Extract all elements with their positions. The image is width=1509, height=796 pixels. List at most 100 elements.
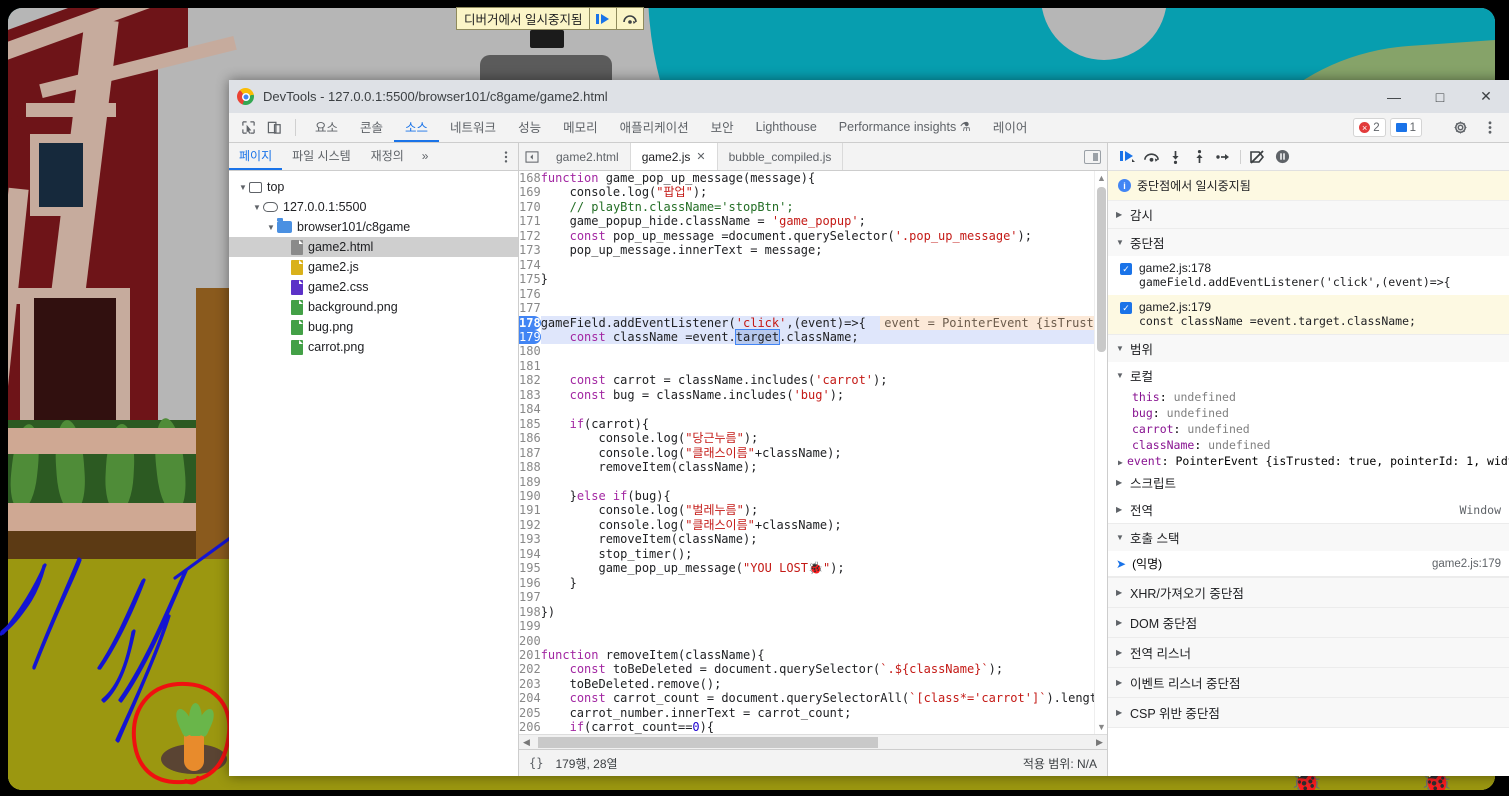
chevron-down-icon[interactable]: ▼	[1116, 344, 1125, 353]
tree-node-carrot-png[interactable]: carrot.png	[229, 337, 518, 357]
breakpoints-section-header[interactable]: ▼ 중단점	[1108, 229, 1509, 256]
breakpoint-marker-178[interactable]: 178	[519, 315, 541, 330]
tree-node-bug-png[interactable]: bug.png	[229, 317, 518, 337]
tab-lighthouse[interactable]: Lighthouse	[745, 113, 828, 142]
editor-tab-bubble-compiled-js[interactable]: bubble_compiled.js	[718, 143, 844, 170]
scroll-thumb[interactable]	[1097, 187, 1106, 352]
device-toolbar-icon[interactable]	[261, 113, 287, 142]
resume-icon[interactable]	[589, 8, 616, 29]
scroll-down-icon[interactable]: ▼	[1097, 722, 1106, 732]
chevron-down-icon[interactable]: ▼	[251, 203, 263, 212]
global-listeners-section[interactable]: ▶ 전역 리스너	[1108, 638, 1509, 668]
editor-horizontal-scrollbar[interactable]: ◀ ▶	[519, 734, 1107, 749]
watch-section[interactable]: ▶ 감시	[1108, 201, 1509, 229]
close-button[interactable]: ✕	[1463, 80, 1509, 113]
breakpoint-item[interactable]: ✓ game2.js:179 const className =event.ta…	[1108, 295, 1509, 334]
step-into-icon[interactable]	[1164, 146, 1186, 168]
chevron-right-icon[interactable]: ▶	[1116, 588, 1125, 597]
maximize-button[interactable]: □	[1417, 80, 1463, 113]
carrot-item[interactable]	[151, 698, 237, 784]
tab-network[interactable]: 네트워크	[439, 113, 507, 142]
chevron-down-icon[interactable]: ▼	[1116, 533, 1125, 542]
inspect-element-icon[interactable]	[235, 113, 261, 142]
csp-breakpoints-section[interactable]: ▶ CSP 위반 중단점	[1108, 698, 1509, 728]
scope-global-header[interactable]: ▶ 전역 Window	[1108, 496, 1509, 523]
dom-breakpoints-section[interactable]: ▶ DOM 중단점	[1108, 608, 1509, 638]
tree-node-game2-js[interactable]: game2.js	[229, 257, 518, 277]
editor-vertical-scrollbar[interactable]: ▲ ▼	[1094, 171, 1107, 734]
tree-node-top[interactable]: ▼ top	[229, 177, 518, 197]
tab-application[interactable]: 애플리케이션	[609, 113, 700, 142]
nav-tab-filesystem[interactable]: 파일 시스템	[282, 143, 361, 170]
close-icon[interactable]: ✕	[696, 150, 705, 163]
scope-section-header[interactable]: ▼ 범위	[1108, 335, 1509, 362]
scroll-up-icon[interactable]: ▲	[1097, 173, 1106, 183]
step-out-icon[interactable]	[1188, 146, 1210, 168]
chevron-down-icon[interactable]: ▼	[1116, 238, 1125, 247]
editor-tab-game2-html[interactable]: game2.html	[545, 143, 631, 170]
scope-var-this[interactable]: this: undefined	[1108, 389, 1509, 405]
gear-icon[interactable]	[1447, 120, 1473, 135]
pretty-print-icon[interactable]: {}	[529, 756, 543, 770]
scroll-right-icon[interactable]: ▶	[1092, 737, 1107, 748]
tab-memory[interactable]: 메모리	[552, 113, 609, 142]
step-icon[interactable]	[1212, 146, 1234, 168]
call-stack-frame[interactable]: ➤ (익명) game2.js:179	[1108, 551, 1509, 577]
call-stack-header[interactable]: ▼ 호출 스택	[1108, 524, 1509, 551]
chevron-down-icon[interactable]: ▼	[237, 183, 249, 192]
breakpoint-checkbox[interactable]: ✓	[1120, 302, 1132, 314]
tab-performance[interactable]: 성능	[507, 113, 552, 142]
more-options-icon[interactable]	[1477, 120, 1503, 135]
scroll-left-icon[interactable]: ◀	[519, 737, 534, 748]
code-editor[interactable]: 168 function game_pop_up_message(message)…	[519, 171, 1107, 734]
chevron-down-icon[interactable]: ▼	[1116, 371, 1125, 380]
minimize-button[interactable]: —	[1371, 80, 1417, 113]
step-over-icon[interactable]	[1140, 146, 1162, 168]
resume-script-icon[interactable]	[1116, 146, 1138, 168]
message-count-badge[interactable]: 1	[1389, 118, 1422, 137]
breakpoint-checkbox[interactable]: ✓	[1120, 263, 1132, 275]
popout-icon[interactable]	[1084, 149, 1101, 164]
editor-tab-game2-js[interactable]: game2.js ✕	[630, 143, 718, 170]
tab-elements[interactable]: 요소	[304, 113, 349, 142]
scope-var-event[interactable]: ▶ event: PointerEvent {isTrusted: true, p…	[1108, 453, 1509, 469]
nav-tab-page[interactable]: 페이지	[229, 143, 283, 170]
scope-var-bug[interactable]: bug: undefined	[1108, 405, 1509, 421]
code-scroll-area[interactable]: 168 function game_pop_up_message(message)…	[519, 171, 1094, 734]
scope-script-header[interactable]: ▶ 스크립트	[1108, 469, 1509, 496]
scroll-thumb[interactable]	[538, 736, 878, 748]
deactivate-breakpoints-icon[interactable]	[1247, 146, 1269, 168]
error-count-badge[interactable]: × 2	[1353, 118, 1386, 137]
chevron-right-icon[interactable]: ▶	[1118, 458, 1127, 467]
scope-var-classname[interactable]: className: undefined	[1108, 437, 1509, 453]
more-tabs-icon[interactable]	[494, 143, 518, 170]
chevron-right-icon[interactable]: ▶	[1116, 648, 1125, 657]
nav-tab-more[interactable]: »	[414, 143, 437, 170]
pause-on-exceptions-icon[interactable]	[1271, 146, 1293, 168]
event-listener-breakpoints-section[interactable]: ▶ 이벤트 리스너 중단점	[1108, 668, 1509, 698]
tab-performance-insights[interactable]: Performance insights ⚗	[828, 113, 982, 142]
scope-var-carrot[interactable]: carrot: undefined	[1108, 421, 1509, 437]
show-navigator-icon[interactable]	[519, 143, 545, 170]
chevron-down-icon[interactable]: ▼	[265, 223, 277, 232]
breakpoint-item[interactable]: ✓ game2.js:178 gameField.addEventListene…	[1108, 256, 1509, 295]
tab-security[interactable]: 보안	[700, 113, 745, 142]
step-over-icon[interactable]	[616, 8, 643, 29]
scroll-track[interactable]	[534, 736, 1092, 748]
scope-local-header[interactable]: ▼ 로컬	[1108, 362, 1509, 389]
chevron-right-icon[interactable]: ▶	[1116, 708, 1125, 717]
chevron-right-icon[interactable]: ▶	[1116, 478, 1125, 487]
breakpoint-marker-179[interactable]: 179	[519, 329, 541, 345]
tab-layers[interactable]: 레이어	[982, 113, 1039, 142]
chevron-right-icon[interactable]: ▶	[1116, 678, 1125, 687]
nav-tab-overrides[interactable]: 재정의	[361, 143, 414, 170]
tree-node-game2-css[interactable]: game2.css	[229, 277, 518, 297]
tree-node-background-png[interactable]: background.png	[229, 297, 518, 317]
tab-console[interactable]: 콘솔	[349, 113, 394, 142]
tab-sources[interactable]: 소스	[394, 113, 440, 142]
tree-node-origin[interactable]: ▼ 127.0.0.1:5500	[229, 197, 518, 217]
tree-node-game2-html[interactable]: game2.html	[229, 237, 518, 257]
chevron-right-icon[interactable]: ▶	[1116, 505, 1125, 514]
chevron-right-icon[interactable]: ▶	[1116, 210, 1125, 219]
chevron-right-icon[interactable]: ▶	[1116, 618, 1125, 627]
